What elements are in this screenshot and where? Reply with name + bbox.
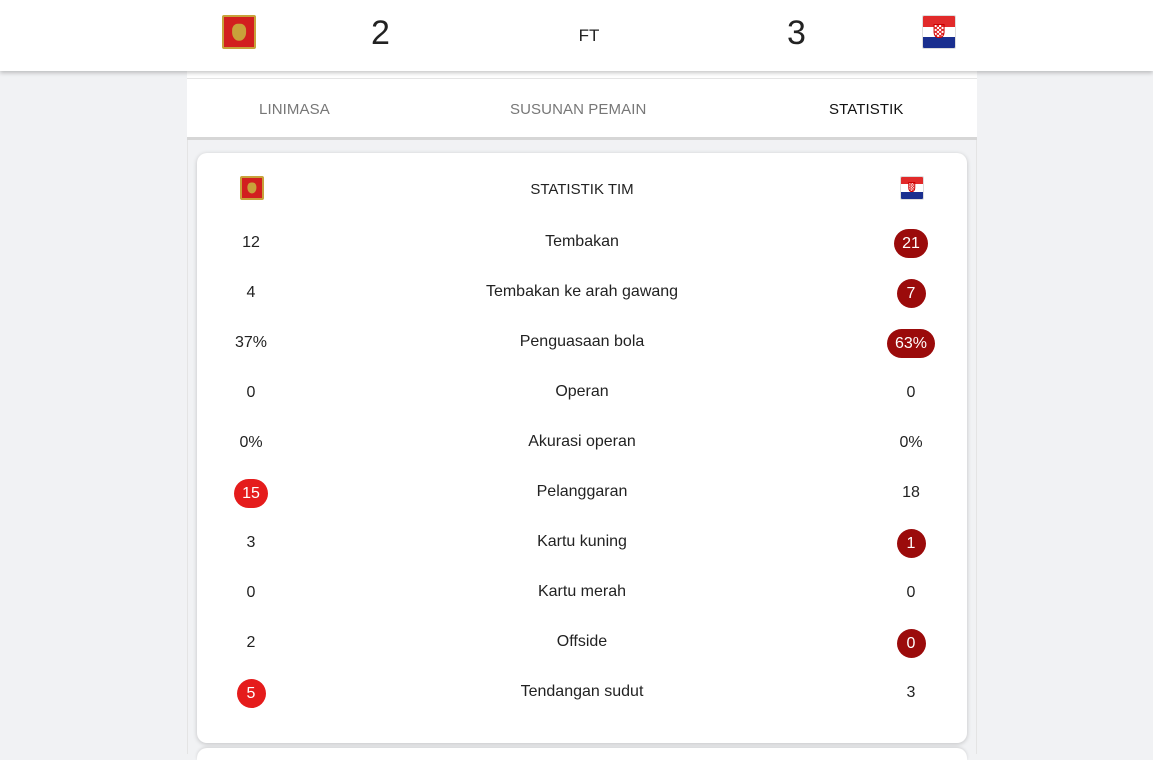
tab-susunan-pemain[interactable]: SUSUNAN PEMAIN: [510, 101, 646, 118]
stat-label: Pelanggaran: [536, 483, 628, 500]
stat-label: Operan: [555, 383, 609, 400]
stat-label: Offside: [556, 633, 608, 650]
away-stat-value: 63%: [871, 323, 951, 363]
away-stat-value: 0: [871, 573, 951, 613]
home-stat-text: 0%: [239, 434, 263, 451]
stat-label: Tembakan ke arah gawang: [485, 283, 679, 300]
stat-row: 0% Akurasi operan 0%: [197, 423, 967, 463]
home-stat-text: 2: [246, 634, 256, 651]
montenegro-flag-icon: [222, 15, 256, 49]
stat-row: 3 Kartu kuning 1: [197, 523, 967, 563]
away-stat-value: 0%: [871, 423, 951, 463]
away-stat-badge: 0: [896, 628, 926, 658]
stat-label: Penguasaan bola: [519, 333, 645, 350]
home-stat-text: 12: [242, 234, 260, 251]
home-stat-text: 0: [246, 384, 256, 401]
away-stat-value: 18: [871, 473, 951, 513]
home-stat-value: 0%: [211, 423, 291, 463]
away-stat-value: 21: [871, 223, 951, 263]
stat-row: 12 Tembakan 21: [197, 223, 967, 263]
home-stat-value: 0: [211, 373, 291, 413]
team-stats-card: STATISTIK TIM 12 Tembakan 21 4 Tembakan ke a…: [197, 153, 967, 743]
croatia-flag-icon: [900, 176, 924, 200]
stat-label: Tendangan sudut: [520, 683, 644, 700]
away-stat-text: 0: [906, 384, 916, 401]
scoreboard-header: 2 FT 3: [0, 0, 1153, 71]
home-stat-badge: 5: [236, 678, 266, 708]
tab-bar: LINIMASA SUSUNAN PEMAIN STATISTIK: [187, 78, 977, 140]
home-stat-text: 37%: [234, 334, 268, 351]
away-stat-value: 7: [871, 273, 951, 313]
away-score: 3: [787, 14, 806, 52]
away-stat-text: 0: [906, 584, 916, 601]
away-stat-text: 3: [906, 684, 916, 701]
tab-statistik[interactable]: STATISTIK: [829, 101, 904, 118]
home-stat-value: 3: [211, 523, 291, 563]
home-stat-value: 4: [211, 273, 291, 313]
away-stat-value: 0: [871, 373, 951, 413]
stat-row: 15 Pelanggaran 18: [197, 473, 967, 513]
match-status: FT: [578, 26, 600, 45]
stat-row: 2 Offside 0: [197, 623, 967, 663]
stat-row: 0 Kartu merah 0: [197, 573, 967, 613]
tab-linimasa[interactable]: LINIMASA: [259, 101, 330, 118]
stat-row: 37% Penguasaan bola 63%: [197, 323, 967, 363]
home-stat-value: 12: [211, 223, 291, 263]
home-stat-text: 0: [246, 584, 256, 601]
away-stat-text: 18: [902, 484, 920, 501]
home-stat-text: 3: [246, 534, 256, 551]
home-stat-value: 5: [211, 673, 291, 713]
home-stat-value: 37%: [211, 323, 291, 363]
away-stat-badge: 1: [896, 528, 926, 558]
home-stat-badge: 15: [234, 478, 268, 508]
stat-row: 0 Operan 0: [197, 373, 967, 413]
stat-row: 5 Tendangan sudut 3: [197, 673, 967, 713]
stat-label: Kartu kuning: [537, 533, 627, 550]
home-stat-value: 0: [211, 573, 291, 613]
home-score: 2: [371, 14, 390, 52]
stat-label: Kartu merah: [537, 583, 627, 600]
home-stat-text: 4: [246, 284, 256, 301]
croatia-flag-icon: [922, 15, 956, 49]
away-stat-badge: 7: [896, 278, 926, 308]
away-stat-value: 3: [871, 673, 951, 713]
away-stat-value: 0: [871, 623, 951, 663]
away-stat-badge: 63%: [886, 328, 936, 358]
stat-label: Akurasi operan: [528, 433, 636, 450]
tabs-spacer: [187, 71, 977, 78]
away-stat-value: 1: [871, 523, 951, 563]
next-card: [197, 748, 967, 760]
stat-label: Tembakan: [545, 233, 619, 250]
away-stat-badge: 21: [894, 228, 928, 258]
stats-title: STATISTIK TIM: [530, 181, 634, 198]
away-stat-text: 0%: [899, 434, 923, 451]
home-stat-value: 2: [211, 623, 291, 663]
home-stat-value: 15: [211, 473, 291, 513]
stat-row: 4 Tembakan ke arah gawang 7: [197, 273, 967, 313]
